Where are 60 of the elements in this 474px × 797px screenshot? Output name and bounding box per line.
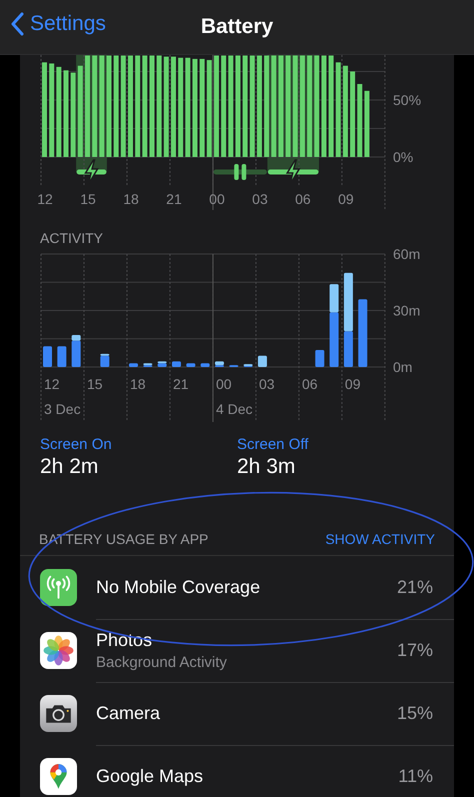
- axis-label: 60m: [393, 246, 420, 262]
- axis-label: 15: [80, 191, 96, 207]
- activity-bar: [172, 361, 181, 367]
- stat-label: Screen On: [40, 436, 113, 453]
- app-row[interactable]: Camera 15%: [20, 682, 454, 745]
- app-detail: Background Activity: [96, 654, 227, 670]
- battery-bar: [364, 90, 370, 157]
- usage-percent: 15%: [396, 702, 433, 724]
- app-name: Photos: [96, 630, 154, 650]
- stat-value: 2h 3m: [237, 455, 296, 479]
- activity-bar: [200, 363, 210, 367]
- flower-icon: [40, 632, 77, 669]
- back-button[interactable]: Settings: [10, 12, 106, 36]
- axis-label: 09: [338, 191, 354, 207]
- axis-label: 21: [172, 376, 189, 392]
- axis-label: 18: [123, 191, 139, 207]
- axis-label: 00: [209, 191, 225, 207]
- map-pin-icon: [40, 758, 77, 795]
- axis-label: 12: [37, 191, 53, 207]
- section-title: ACTIVITY: [39, 229, 104, 246]
- app-name: No Mobile Coverage: [96, 576, 260, 598]
- activity-bar: [43, 346, 52, 367]
- axis-label: 00: [216, 376, 232, 392]
- usage-percent: 11%: [398, 766, 433, 786]
- activity-bar: [258, 356, 267, 367]
- page-title: Battery: [200, 15, 274, 39]
- axis-label: 21: [166, 191, 182, 207]
- activity-bar: [186, 363, 196, 367]
- charging-strip: [76, 170, 106, 174]
- app-row[interactable]: No Mobile Coverage 21%: [20, 556, 454, 619]
- axis-label: 15: [87, 376, 103, 392]
- app-name: Camera: [96, 702, 160, 724]
- show-activity-link[interactable]: SHOW ACTIVITY: [325, 531, 435, 547]
- axis-label: 09: [344, 376, 360, 392]
- axis-label: 06: [295, 191, 311, 207]
- activity-bar: [358, 299, 368, 367]
- axis-label: 0m: [393, 359, 412, 375]
- camera-icon: [40, 695, 77, 732]
- axis-label: 50%: [393, 92, 422, 108]
- usage-percent: 17%: [396, 640, 433, 660]
- activity-bar: [315, 350, 324, 367]
- date-label: 3 Dec: [44, 401, 81, 417]
- app-name: Google Maps: [96, 766, 204, 786]
- axis-label: 03: [252, 191, 268, 207]
- axis-label: 0%: [393, 149, 414, 165]
- stat-value: 2h 2m: [40, 455, 100, 479]
- stat-label: Screen Off: [237, 436, 310, 453]
- axis-label: 30m: [393, 302, 420, 318]
- activity-bar: [57, 346, 66, 367]
- chevron-left-icon: [10, 12, 24, 36]
- app-row[interactable]: Google Maps 11%: [20, 745, 454, 797]
- axis-label: 03: [258, 376, 275, 392]
- activity-bar: [128, 363, 138, 367]
- antenna-icon: [40, 569, 77, 606]
- axis-label: 18: [130, 376, 146, 392]
- usage-percent: 21%: [396, 576, 433, 598]
- axis-label: 06: [302, 376, 318, 392]
- axis-label: 12: [44, 376, 60, 392]
- app-row[interactable]: Photos Background Activity 17%: [20, 619, 454, 682]
- date-label: 4 Dec: [216, 401, 253, 417]
